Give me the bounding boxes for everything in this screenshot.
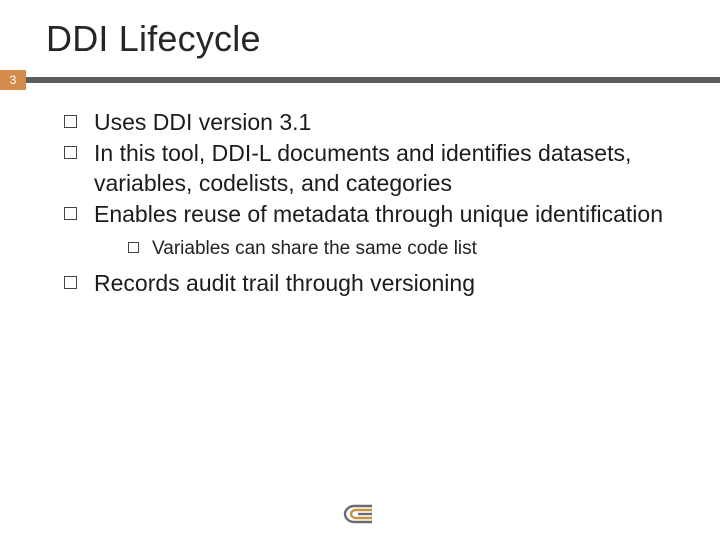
content-area: Uses DDI version 3.1 In this tool, DDI-L… <box>0 90 720 299</box>
list-item: Records audit trail through versioning <box>60 269 680 298</box>
list-item: In this tool, DDI-L documents and identi… <box>60 139 680 198</box>
footer-logo-icon <box>342 502 378 526</box>
page-number-badge: 3 <box>0 70 26 90</box>
list-item: Enables reuse of metadata through unique… <box>60 200 680 261</box>
slide-title: DDI Lifecycle <box>0 0 720 70</box>
header-bar: 3 <box>0 70 720 90</box>
list-item-text: Enables reuse of metadata through unique… <box>94 201 663 227</box>
bullet-list: Uses DDI version 3.1 In this tool, DDI-L… <box>60 108 680 299</box>
sub-bullet-list: Variables can share the same code list <box>94 236 680 262</box>
list-item: Uses DDI version 3.1 <box>60 108 680 137</box>
list-item: Variables can share the same code list <box>94 236 680 262</box>
header-rule <box>26 77 720 83</box>
